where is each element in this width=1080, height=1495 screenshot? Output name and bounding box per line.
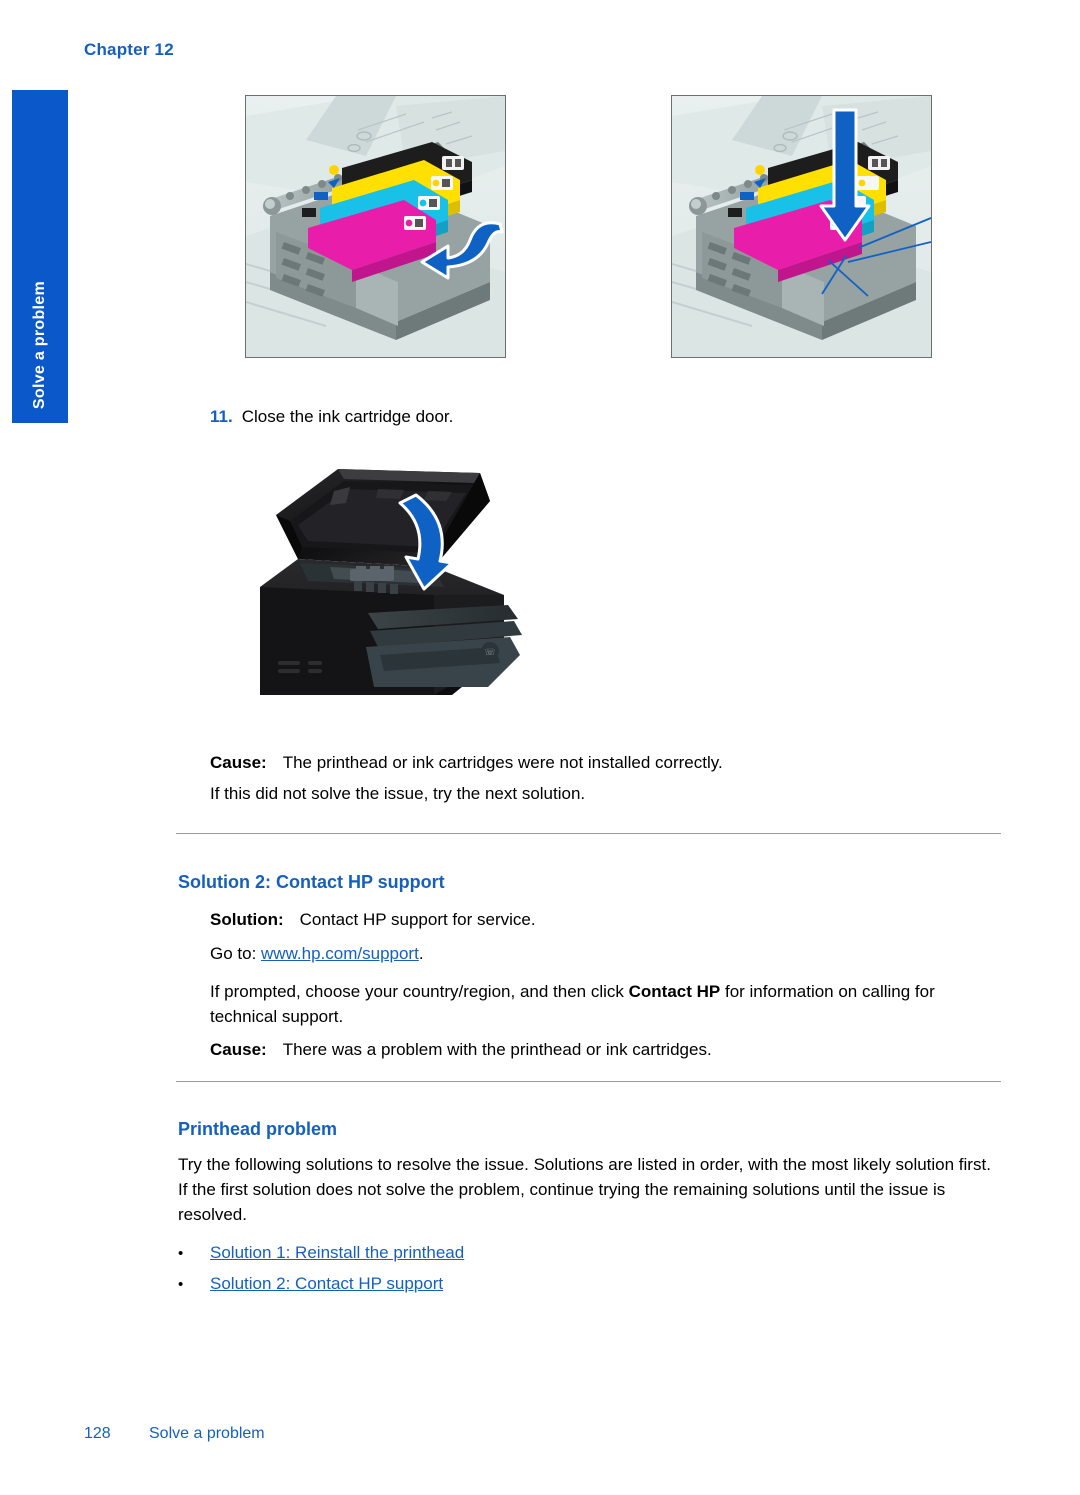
page-footer: 128 Solve a problem [84, 1425, 265, 1443]
step-text: Close the ink cartridge door. [241, 407, 454, 426]
carriage-illustration-left [246, 96, 505, 357]
printer-close-door-figure: ☏ [238, 455, 528, 730]
cause-text-2: There was a problem with the printhead o… [282, 1040, 712, 1059]
hp-support-link[interactable]: www.hp.com/support [261, 944, 419, 963]
svg-text:☏: ☏ [484, 647, 495, 657]
page-number: 128 [84, 1425, 111, 1442]
ink-cartridge-carriage-seat-figure [671, 95, 932, 358]
cause-followup-1: If this did not solve the issue, try the… [210, 784, 586, 803]
bullet-icon: • [178, 1245, 184, 1262]
solution-2-link[interactable]: Solution 2: Contact HP support [210, 1269, 443, 1299]
goto-suffix: . [418, 944, 424, 963]
step-number: 11. [210, 407, 233, 426]
section-divider-2 [176, 1081, 1001, 1082]
prompt-paragraph: If prompted, choose your country/region,… [210, 979, 1000, 1029]
printer-illustration: ☏ [260, 469, 522, 695]
ink-cartridge-carriage-push-figure [245, 95, 506, 358]
cause-label: Cause: [210, 753, 267, 772]
footer-section-title: Solve a problem [149, 1425, 265, 1442]
section-divider-1 [176, 833, 1001, 834]
solution-text: Contact HP support for service. [299, 910, 536, 929]
solution-2-heading: Solution 2: Contact HP support [178, 872, 445, 892]
printhead-problem-solution-list: • Solution 1: Reinstall the printhead • … [178, 1238, 978, 1300]
side-thumb-tab: Solve a problem [12, 90, 68, 423]
prompt-before: If prompted, choose your country/region,… [210, 982, 629, 1001]
step-11: 11. Close the ink cartridge door. [210, 405, 453, 429]
cause-line-2: Cause: There was a problem with the print… [210, 1037, 1000, 1062]
solution-1-link[interactable]: Solution 1: Reinstall the printhead [210, 1238, 464, 1268]
cause-line-1: Cause: The printhead or ink cartridges we… [210, 750, 1000, 775]
chapter-header: Chapter 12 [84, 40, 174, 59]
solution-line: Solution: Contact HP support for service. [210, 907, 1000, 932]
cause-text: The printhead or ink cartridges were not… [282, 753, 723, 772]
printhead-problem-heading: Printhead problem [178, 1119, 338, 1139]
carriage-illustration-right [672, 96, 931, 357]
solution-label: Solution: [210, 910, 284, 929]
list-item[interactable]: • Solution 2: Contact HP support [178, 1269, 978, 1300]
contact-hp-bold: Contact HP [628, 982, 721, 1001]
goto-line: Go to: www.hp.com/support. [210, 941, 1000, 966]
goto-prefix: Go to: [210, 944, 262, 963]
list-item[interactable]: • Solution 1: Reinstall the printhead [178, 1238, 978, 1269]
cause-label-2: Cause: [210, 1040, 267, 1059]
bullet-icon: • [178, 1276, 184, 1293]
side-thumb-tab-label: Solve a problem [31, 280, 48, 409]
printhead-problem-body: Try the following solutions to resolve t… [178, 1155, 991, 1224]
